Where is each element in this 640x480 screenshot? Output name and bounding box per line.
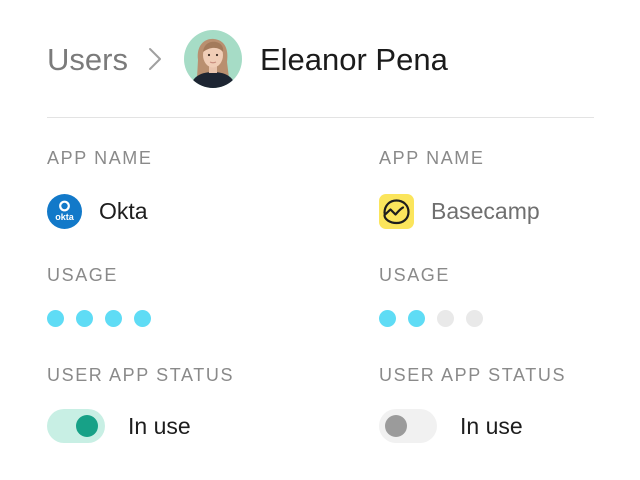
usage-indicator: [379, 310, 495, 327]
app-name: Okta: [99, 197, 148, 224]
app-name-label: APP NAME: [47, 148, 153, 168]
user-name-title: Eleanor Pena: [259, 41, 448, 77]
avatar: [183, 30, 242, 88]
usage-dot-filled: [76, 310, 93, 327]
usage-dot-filled: [408, 310, 425, 327]
app-row: Basecamp: [379, 193, 540, 229]
app-name-label: APP NAME: [379, 148, 485, 168]
usage-dot-filled: [105, 310, 122, 327]
usage-dot-filled: [134, 310, 151, 327]
user-app-status-label: USER APP STATUS: [47, 365, 235, 385]
status-row: In use: [379, 408, 523, 444]
usage-dot-filled: [47, 310, 64, 327]
usage-label: USAGE: [379, 265, 451, 285]
usage-dot-empty: [466, 310, 483, 327]
breadcrumb-users-link[interactable]: Users: [47, 44, 128, 75]
usage-dot-filled: [379, 310, 396, 327]
status-toggle[interactable]: [47, 409, 105, 443]
usage-dot-empty: [437, 310, 454, 327]
basecamp-logo-icon: [379, 193, 414, 229]
app-name: Basecamp: [431, 197, 540, 224]
breadcrumb: Users Eleanor Pena: [47, 28, 607, 90]
usage-label: USAGE: [47, 265, 119, 285]
app-row: okta Okta: [47, 193, 148, 229]
toggle-knob: [76, 415, 98, 437]
svg-text:okta: okta: [55, 212, 75, 222]
toggle-knob: [385, 415, 407, 437]
status-toggle[interactable]: [379, 409, 437, 443]
user-app-status-label: USER APP STATUS: [379, 365, 567, 385]
okta-logo-icon: okta: [47, 193, 82, 229]
status-text: In use: [128, 412, 191, 439]
status-row: In use: [47, 408, 191, 444]
usage-indicator: [47, 310, 163, 327]
status-text: In use: [460, 412, 523, 439]
header-divider: [47, 117, 594, 118]
chevron-right-icon: [148, 47, 162, 71]
